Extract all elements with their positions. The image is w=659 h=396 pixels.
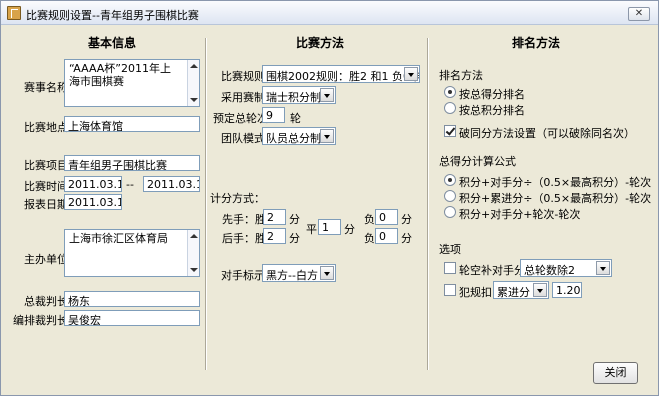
foul-checkbox[interactable]: [444, 284, 456, 296]
register-date-label: 报表日期: [24, 198, 68, 211]
rules-select[interactable]: 围棋2002规则：胜2 和1 负0,排: [262, 65, 420, 83]
app-icon: [7, 6, 21, 20]
foul-value-field[interactable]: 1.20: [552, 282, 582, 298]
event-name-scrollbar[interactable]: [187, 60, 199, 106]
scroll-down-icon[interactable]: [190, 268, 198, 272]
organizer-value: 上海市徐汇区体育局: [69, 232, 168, 245]
opponent-label: 对手标示: [221, 269, 265, 282]
organizer-field[interactable]: 上海市徐汇区体育局: [64, 229, 200, 277]
arranger-field[interactable]: 吴俊宏: [64, 310, 200, 326]
scroll-down-icon[interactable]: [190, 98, 198, 102]
chevron-down-icon[interactable]: [320, 88, 334, 102]
item-label: 比赛项目: [24, 159, 68, 172]
unit-label: 分: [289, 213, 300, 226]
unit-label: 分: [289, 232, 300, 245]
formula-3-radio[interactable]: [444, 206, 456, 218]
event-name-label: 赛事名称: [24, 81, 68, 94]
bye-label[interactable]: 轮空补对手分: [459, 262, 525, 278]
unit-label: 分: [401, 213, 412, 226]
rounds-unit: 轮: [290, 112, 301, 125]
draw-field[interactable]: 1: [318, 219, 341, 235]
ranking-heading: 排名方法: [512, 36, 561, 50]
rounds-label: 预定总轮次: [213, 112, 268, 125]
second-lose-field[interactable]: 0: [375, 228, 398, 244]
formula-2-radio[interactable]: [444, 190, 456, 202]
foul-label[interactable]: 犯规扣: [459, 284, 492, 300]
rounds-field[interactable]: 9: [262, 107, 285, 123]
scroll-up-icon[interactable]: [190, 234, 198, 238]
rules-value: 围棋2002规则：胜2 和1 负0,排: [266, 70, 420, 83]
formula-1-radio[interactable]: [444, 174, 456, 186]
tiebreak-label[interactable]: 破同分方法设置（可以破除同名次）: [459, 125, 635, 141]
column-divider-right: [427, 38, 429, 370]
rank-by-total-label[interactable]: 按总得分排名: [459, 86, 525, 102]
team-mode-value: 队员总分制: [266, 132, 321, 145]
chief-judge-label: 总裁判长: [24, 295, 68, 308]
system-select[interactable]: 瑞士积分制: [262, 86, 336, 104]
chief-judge-field[interactable]: 杨东: [64, 291, 200, 307]
foul-select-value: 累进分: [497, 286, 530, 299]
organizer-scrollbar[interactable]: [187, 230, 199, 276]
event-name-value: “AAAA杯”2011年上海市围棋赛: [69, 62, 171, 88]
tiebreak-checkbox[interactable]: [444, 125, 456, 137]
rules-label: 比赛规则: [221, 70, 265, 83]
event-name-field[interactable]: “AAAA杯”2011年上海市围棋赛: [64, 59, 200, 107]
lose-label: 负: [364, 232, 375, 245]
opponent-select[interactable]: 黑方--白方: [262, 264, 336, 282]
window-title: 比赛规则设置--青年组男子围棋比赛: [26, 9, 199, 22]
first-move-win-label: 先手：胜: [222, 213, 266, 226]
scoring-label: 计分方式：: [210, 192, 265, 205]
window-close-button[interactable]: ✕: [628, 7, 650, 21]
chevron-down-icon[interactable]: [320, 129, 334, 143]
item-field[interactable]: 青年组男子围棋比赛: [64, 155, 200, 171]
bye-value: 总轮数除2: [524, 264, 575, 277]
formula-2-label[interactable]: 积分+累进分÷（0.5×最高积分）-轮次: [459, 190, 651, 206]
chevron-down-icon[interactable]: [596, 261, 610, 275]
chevron-down-icon[interactable]: [404, 67, 418, 81]
ranking-method-label: 排名方法: [439, 69, 483, 82]
settings-window: 比赛规则设置--青年组男子围棋比赛 ✕ 基本信息 赛事名称 “AAAA杯”201…: [0, 0, 659, 396]
second-win-field[interactable]: 2: [263, 228, 286, 244]
first-win-field[interactable]: 2: [263, 209, 286, 225]
dialog-body: 基本信息 赛事名称 “AAAA杯”2011年上海市围棋赛 比赛地点 上海体育馆 …: [2, 26, 657, 395]
rank-by-points-label[interactable]: 按总积分排名: [459, 102, 525, 118]
method-heading: 比赛方法: [296, 36, 345, 50]
venue-label: 比赛地点: [24, 121, 68, 134]
first-lose-field[interactable]: 0: [375, 209, 398, 225]
unit-label: 分: [344, 223, 355, 236]
chevron-down-icon[interactable]: [533, 283, 547, 297]
formula-3-label[interactable]: 积分+对手分+轮次-轮次: [459, 206, 580, 222]
register-date-field[interactable]: 2011.03.12: [64, 194, 122, 210]
opponent-value: 黑方--白方: [266, 269, 318, 282]
lose-label: 负: [364, 213, 375, 226]
time-label: 比赛时间: [24, 180, 68, 193]
bye-select[interactable]: 总轮数除2: [520, 259, 612, 277]
venue-field[interactable]: 上海体育馆: [64, 116, 200, 132]
time-start-field[interactable]: 2011.03.12: [64, 176, 122, 192]
system-label: 采用赛制: [221, 91, 265, 104]
team-mode-select[interactable]: 队员总分制: [262, 127, 336, 145]
basic-info-heading: 基本信息: [88, 36, 137, 50]
options-label: 选项: [439, 243, 461, 256]
second-move-win-label: 后手：胜: [222, 232, 266, 245]
formula-label: 总得分计算公式: [439, 155, 516, 168]
time-end-field[interactable]: 2011.03.15: [143, 176, 200, 192]
rank-by-total-radio[interactable]: [444, 86, 456, 98]
title-bar: 比赛规则设置--青年组男子围棋比赛 ✕: [1, 1, 658, 25]
organizer-label: 主办单位: [24, 253, 68, 266]
time-separator: --: [126, 178, 134, 191]
foul-select[interactable]: 累进分: [493, 281, 549, 299]
draw-label: 平: [306, 223, 317, 236]
close-button[interactable]: 关闭: [593, 362, 638, 384]
chevron-down-icon[interactable]: [320, 266, 334, 280]
team-mode-label: 团队模式: [221, 132, 265, 145]
rank-by-points-radio[interactable]: [444, 102, 456, 114]
scroll-up-icon[interactable]: [190, 64, 198, 68]
unit-label: 分: [401, 232, 412, 245]
system-value: 瑞士积分制: [266, 91, 321, 104]
formula-1-label[interactable]: 积分+对手分÷（0.5×最高积分）-轮次: [459, 174, 651, 190]
column-divider-left: [205, 38, 207, 370]
arranger-label: 编排裁判长: [13, 314, 68, 327]
bye-checkbox[interactable]: [444, 262, 456, 274]
